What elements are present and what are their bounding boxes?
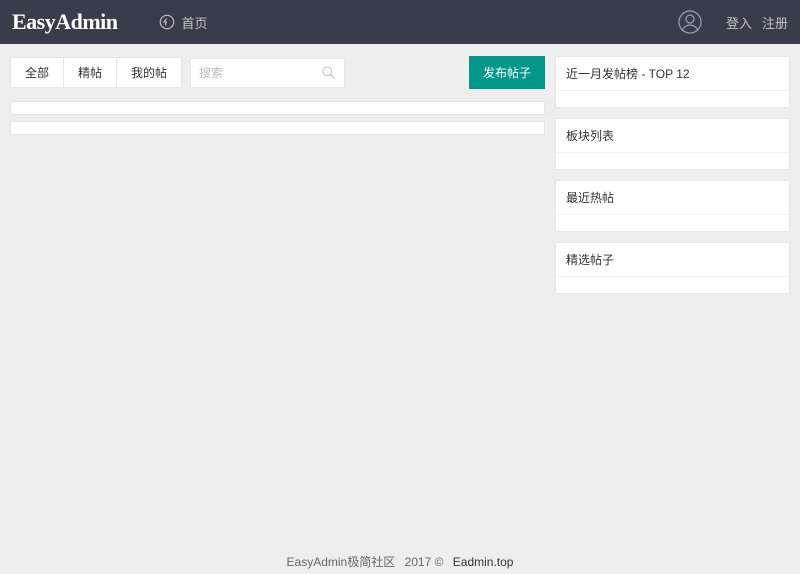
panel-boards: 板块列表 <box>555 118 790 170</box>
panel-featured: 精选帖子 <box>555 242 790 294</box>
search-icon[interactable] <box>321 65 336 80</box>
list-item[interactable] <box>10 101 545 115</box>
user-avatar-icon[interactable] <box>678 10 702 34</box>
tab-row: 全部 精帖 我的帖 发布帖子 <box>10 56 545 89</box>
search-input[interactable] <box>199 66 321 80</box>
footer-link[interactable]: Eadmin.top <box>453 555 514 569</box>
sidebar: 近一月发帖榜 - TOP 12 板块列表 最近热帖 精选帖子 <box>555 56 790 304</box>
panel-body <box>556 277 789 293</box>
login-link[interactable]: 登入 <box>726 13 752 32</box>
panel-top-posters: 近一月发帖榜 - TOP 12 <box>555 56 790 108</box>
panel-hot: 最近热帖 <box>555 180 790 232</box>
panel-title: 最近热帖 <box>556 181 789 215</box>
search-box <box>190 58 345 88</box>
list-item[interactable] <box>10 121 545 135</box>
register-link[interactable]: 注册 <box>762 13 788 32</box>
tab-mine[interactable]: 我的帖 <box>117 58 181 87</box>
header: EasyAdmin 首页 登入 注册 <box>0 0 800 44</box>
logo[interactable]: EasyAdmin <box>12 9 118 35</box>
panel-title: 近一月发帖榜 - TOP 12 <box>556 57 789 91</box>
panel-body <box>556 91 789 107</box>
nav-home-label: 首页 <box>182 13 208 32</box>
panel-title: 精选帖子 <box>556 243 789 277</box>
tab-best[interactable]: 精帖 <box>64 58 117 87</box>
main-container: 全部 精帖 我的帖 发布帖子 近一月发帖榜 - TOP 12 板块列表 最近热帖 <box>0 44 800 316</box>
post-list <box>10 101 545 135</box>
panel-body <box>556 215 789 231</box>
panel-body <box>556 153 789 169</box>
tabs: 全部 精帖 我的帖 <box>10 57 182 88</box>
nav-home[interactable]: 首页 <box>158 13 208 32</box>
panel-title: 板块列表 <box>556 119 789 153</box>
tab-all[interactable]: 全部 <box>11 58 64 87</box>
chat-icon <box>158 13 176 31</box>
footer: EasyAdmin极简社区 2017 © Eadmin.top <box>0 553 800 570</box>
main-column: 全部 精帖 我的帖 发布帖子 <box>10 56 545 304</box>
publish-button[interactable]: 发布帖子 <box>469 56 545 89</box>
footer-year: 2017 © <box>405 555 444 569</box>
footer-brand: EasyAdmin极简社区 <box>287 555 396 569</box>
